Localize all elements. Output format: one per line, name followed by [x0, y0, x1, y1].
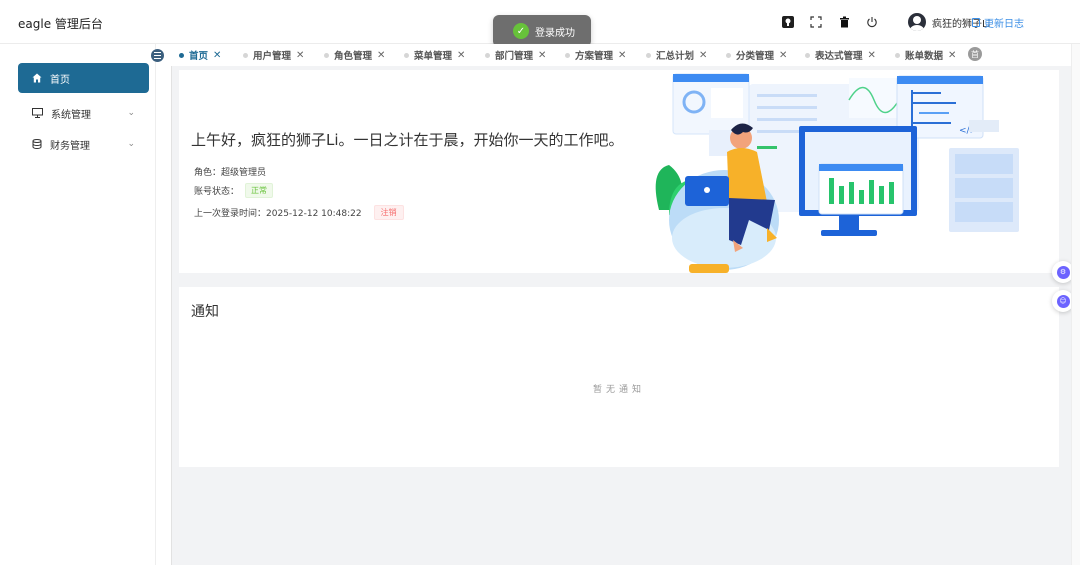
- tab-user-management[interactable]: 用户管理 ✕: [243, 48, 304, 62]
- tab-bar: 首页 ✕ 用户管理 ✕ 角色管理 ✕ 菜单管理 ✕ 部门管理 ✕ 方案管理 ✕ 汇总计划 ✕ …: [171, 44, 1071, 66]
- changelog-label: 更新日志: [984, 19, 1024, 30]
- sidebar-item-finance[interactable]: 财务管理 ⌄: [18, 129, 149, 159]
- role-line: 角色：超级管理员: [194, 165, 266, 178]
- close-icon[interactable]: ✕: [618, 50, 626, 61]
- changelog-link[interactable]: 更新日志: [972, 15, 1024, 30]
- sidebar-item-label: 财务管理: [50, 140, 90, 152]
- close-icon[interactable]: ✕: [457, 50, 465, 61]
- github-icon[interactable]: [778, 12, 798, 32]
- close-icon[interactable]: ✕: [948, 50, 956, 61]
- tab-category-management[interactable]: 分类管理 ✕: [726, 48, 787, 62]
- sidebar-item-label: 首页: [50, 74, 70, 86]
- home-icon: [32, 73, 42, 83]
- role-label: 角色：: [194, 168, 222, 178]
- close-icon[interactable]: ✕: [377, 50, 385, 61]
- avatar: [908, 13, 926, 31]
- tab-role-management[interactable]: 角色管理 ✕: [324, 48, 385, 62]
- tab-more-button[interactable]: 首: [968, 47, 982, 61]
- close-icon[interactable]: ✕: [779, 50, 787, 61]
- tab-summary-plan[interactable]: 汇总计划 ✕: [646, 48, 707, 62]
- tab-label: 部门管理: [495, 51, 534, 62]
- tab-label: 表达式管理: [815, 51, 863, 62]
- last-login-label: 上一次登录时间：: [194, 209, 267, 219]
- trash-icon[interactable]: [834, 12, 854, 32]
- document-icon: [972, 18, 980, 27]
- check-circle-icon: ✓: [513, 23, 529, 39]
- notice-title: 通知: [191, 304, 219, 320]
- page-scrollbar[interactable]: [1071, 44, 1080, 565]
- tab-dept-management[interactable]: 部门管理 ✕: [485, 48, 546, 62]
- robot-icon: ☺: [1056, 294, 1070, 308]
- sidebar-collapse-button[interactable]: [151, 49, 164, 62]
- welcome-illustration: </>: [655, 73, 1019, 273]
- tab-label: 账单数据: [905, 51, 944, 62]
- close-icon[interactable]: ✕: [868, 50, 876, 61]
- logout-button[interactable]: 注销: [373, 205, 404, 220]
- sidebar-item-system[interactable]: 系统管理 ⌄: [18, 98, 149, 128]
- role-value: 超级管理员: [221, 168, 267, 178]
- monitor-icon: [32, 108, 43, 118]
- close-icon[interactable]: ✕: [699, 50, 707, 61]
- database-icon: [32, 139, 42, 149]
- toast-message: 登录成功: [535, 27, 575, 39]
- sidebar-item-label: 系统管理: [51, 109, 91, 121]
- tab-label: 分类管理: [736, 51, 775, 62]
- tab-label: 方案管理: [575, 51, 614, 62]
- tab-label: 角色管理: [334, 51, 373, 62]
- status-line: 账号状态： 正常: [194, 183, 274, 198]
- close-icon[interactable]: ✕: [213, 50, 221, 61]
- menu-icon: [154, 55, 161, 56]
- tab-expression-management[interactable]: 表达式管理 ✕: [805, 48, 876, 62]
- welcome-card: 上午好，疯狂的狮子Li。一日之计在于晨，开始你一天的工作吧。 角色：超级管理员 …: [179, 70, 1059, 273]
- status-badge: 正常: [245, 183, 274, 198]
- power-icon[interactable]: [862, 12, 882, 32]
- app-title: eagle 管理后台: [18, 17, 103, 31]
- tab-label: 首页: [189, 51, 209, 62]
- status-label: 账号状态：: [194, 187, 240, 197]
- last-login-line: 上一次登录时间：2025-12-12 10:48:22 注销: [194, 205, 404, 220]
- notice-card: 通知 暂无通知: [179, 287, 1059, 467]
- tab-menu-management[interactable]: 菜单管理 ✕: [404, 48, 465, 62]
- close-icon[interactable]: ✕: [296, 50, 304, 61]
- fullscreen-icon[interactable]: [806, 12, 826, 32]
- tab-label: 汇总计划: [656, 51, 695, 62]
- close-icon[interactable]: ✕: [538, 50, 546, 61]
- tab-home[interactable]: 首页 ✕: [179, 48, 221, 62]
- greeting-text: 上午好，疯狂的狮子Li。一日之计在于晨，开始你一天的工作吧。: [191, 131, 624, 149]
- tab-label: 用户管理: [253, 51, 292, 62]
- notice-empty-text: 暂无通知: [592, 385, 645, 395]
- tab-bill-data[interactable]: 账单数据 ✕: [895, 48, 956, 62]
- success-toast: ✓ 登录成功: [493, 15, 591, 47]
- chat-icon: ⚙: [1056, 265, 1070, 279]
- sidebar: 首页 系统管理 ⌄ 财务管理 ⌄: [8, 44, 156, 565]
- tab-plan-management[interactable]: 方案管理 ✕: [565, 48, 626, 62]
- chevron-down-icon: ⌄: [127, 139, 135, 149]
- last-login-value: 2025-12-12 10:48:22: [266, 209, 362, 219]
- tab-label: 菜单管理: [414, 51, 453, 62]
- sidebar-item-home[interactable]: 首页: [18, 63, 149, 93]
- chevron-down-icon: ⌄: [127, 108, 135, 118]
